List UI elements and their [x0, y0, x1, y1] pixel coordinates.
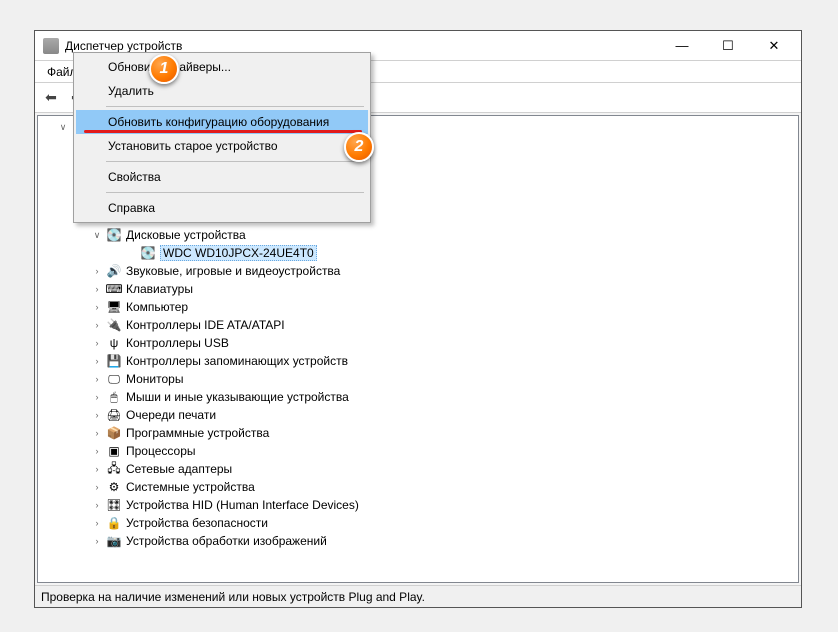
tree-label: Мониторы — [126, 372, 183, 386]
device-icon: 🖥 — [106, 299, 122, 315]
tree-category[interactable]: ›⌨ Клавиатуры — [38, 280, 798, 298]
device-icon: 💾 — [106, 353, 122, 369]
close-button[interactable]: ✕ — [751, 31, 797, 61]
tree-category[interactable]: ›🖵 Мониторы — [38, 370, 798, 388]
device-icon: 📦 — [106, 425, 122, 441]
device-icon: ψ — [106, 335, 122, 351]
tree-label: Контроллеры IDE ATA/ATAPI — [126, 318, 285, 332]
expand-icon[interactable]: › — [90, 444, 104, 458]
expand-icon[interactable]: › — [90, 300, 104, 314]
expand-icon[interactable]: › — [90, 480, 104, 494]
tree-category[interactable]: ›🔒 Устройства безопасности — [38, 514, 798, 532]
highlight-underline — [84, 130, 362, 133]
tree-label: Дисковые устройства — [126, 228, 246, 242]
menu-help[interactable]: Справка — [76, 196, 368, 220]
status-text: Проверка на наличие изменений или новых … — [41, 590, 425, 604]
device-icon: 🖵 — [106, 371, 122, 387]
callout-2: 2 — [344, 132, 374, 162]
menu-update-drivers[interactable]: Обновить драйверы... — [76, 55, 368, 79]
menu-separator — [106, 192, 364, 193]
statusbar: Проверка на наличие изменений или новых … — [35, 585, 801, 607]
expand-icon[interactable]: › — [90, 282, 104, 296]
expand-icon[interactable]: › — [90, 390, 104, 404]
tree-disk-item[interactable]: 💽WDC WD10JPCX-24UE4T0 — [38, 244, 798, 262]
callout-1: 1 — [149, 54, 179, 84]
expand-icon[interactable]: › — [90, 354, 104, 368]
tree-category[interactable]: ›🔌 Контроллеры IDE ATA/ATAPI — [38, 316, 798, 334]
expand-icon[interactable]: › — [90, 372, 104, 386]
tree-category[interactable]: ›🎛 Устройства HID (Human Interface Device… — [38, 496, 798, 514]
tree-label: Звуковые, игровые и видеоустройства — [126, 264, 340, 278]
tree-category[interactable]: ›🖧 Сетевые адаптеры — [38, 460, 798, 478]
expand-icon[interactable]: ∨ — [90, 228, 104, 242]
tree-label: Очереди печати — [126, 408, 216, 422]
tree-category[interactable]: ›🖨 Очереди печати — [38, 406, 798, 424]
tree-label-selected: WDC WD10JPCX-24UE4T0 — [160, 245, 317, 261]
device-icon: 🖱 — [106, 389, 122, 405]
device-icon: 🎛 — [106, 497, 122, 513]
menu-separator — [106, 161, 364, 162]
tree-category[interactable]: ›🖱 Мыши и иные указывающие устройства — [38, 388, 798, 406]
tree-category[interactable]: ›📷 Устройства обработки изображений — [38, 532, 798, 550]
device-icon: 🖧 — [106, 461, 122, 477]
tree-label: Сетевые адаптеры — [126, 462, 232, 476]
device-icon: 🔌 — [106, 317, 122, 333]
tree-category[interactable]: ›🖥 Компьютер — [38, 298, 798, 316]
expand-icon[interactable]: › — [90, 318, 104, 332]
tree-label: Программные устройства — [126, 426, 269, 440]
window-buttons: — ☐ ✕ — [659, 31, 797, 61]
tree-label: Компьютер — [126, 300, 188, 314]
tree-category[interactable]: ›💾 Контроллеры запоминающих устройств — [38, 352, 798, 370]
device-icon: ▣ — [106, 443, 122, 459]
device-icon: 📷 — [106, 533, 122, 549]
expand-icon[interactable]: › — [90, 498, 104, 512]
tree-label: Контроллеры USB — [126, 336, 229, 350]
device-icon: 🖨 — [106, 407, 122, 423]
expand-icon[interactable]: › — [90, 426, 104, 440]
action-menu-dropdown: Обновить драйверы... Удалить Обновить ко… — [73, 52, 371, 223]
minimize-button[interactable]: — — [659, 31, 705, 61]
tree-label: Устройства обработки изображений — [126, 534, 327, 548]
tree-label: Устройства безопасности — [126, 516, 268, 530]
expand-icon[interactable]: › — [90, 264, 104, 278]
expand-icon[interactable]: › — [90, 336, 104, 350]
tree-category[interactable]: ›⚙ Системные устройства — [38, 478, 798, 496]
tree-label: Мыши и иные указывающие устройства — [126, 390, 349, 404]
tree-label: Системные устройства — [126, 480, 255, 494]
menu-separator — [106, 106, 364, 107]
menu-properties[interactable]: Свойства — [76, 165, 368, 189]
tree-label: Устройства HID (Human Interface Devices) — [126, 498, 359, 512]
device-icon: 🔊 — [106, 263, 122, 279]
window-title: Диспетчер устройств — [65, 39, 182, 53]
hdd-icon: 💽 — [140, 245, 156, 261]
device-icon: ⚙ — [106, 479, 122, 495]
tree-label: Процессоры — [126, 444, 196, 458]
tree-category[interactable]: ›ψ Контроллеры USB — [38, 334, 798, 352]
app-icon — [43, 38, 59, 54]
menu-scan-hardware[interactable]: Обновить конфигурацию оборудования — [76, 110, 368, 134]
tree-category[interactable]: ›🔊 Звуковые, игровые и видеоустройства — [38, 262, 798, 280]
maximize-button[interactable]: ☐ — [705, 31, 751, 61]
expand-icon[interactable]: › — [90, 462, 104, 476]
menu-add-legacy[interactable]: Установить старое устройство — [76, 134, 368, 158]
device-icon: ⌨ — [106, 281, 122, 297]
expand-icon[interactable]: › — [90, 516, 104, 530]
tree-category[interactable]: ›📦 Программные устройства — [38, 424, 798, 442]
disk-icon: 💽 — [106, 227, 122, 243]
device-icon: 🔒 — [106, 515, 122, 531]
back-button[interactable]: ⬅ — [39, 86, 63, 110]
expand-icon[interactable]: › — [90, 534, 104, 548]
tree-category[interactable]: ›▣ Процессоры — [38, 442, 798, 460]
tree-label: Клавиатуры — [126, 282, 193, 296]
tree-disk-devices[interactable]: ∨💽 Дисковые устройства — [38, 226, 798, 244]
menu-delete[interactable]: Удалить — [76, 79, 368, 103]
expand-icon[interactable]: ∨ — [56, 120, 70, 134]
tree-label: Контроллеры запоминающих устройств — [126, 354, 348, 368]
expand-icon[interactable]: › — [90, 408, 104, 422]
